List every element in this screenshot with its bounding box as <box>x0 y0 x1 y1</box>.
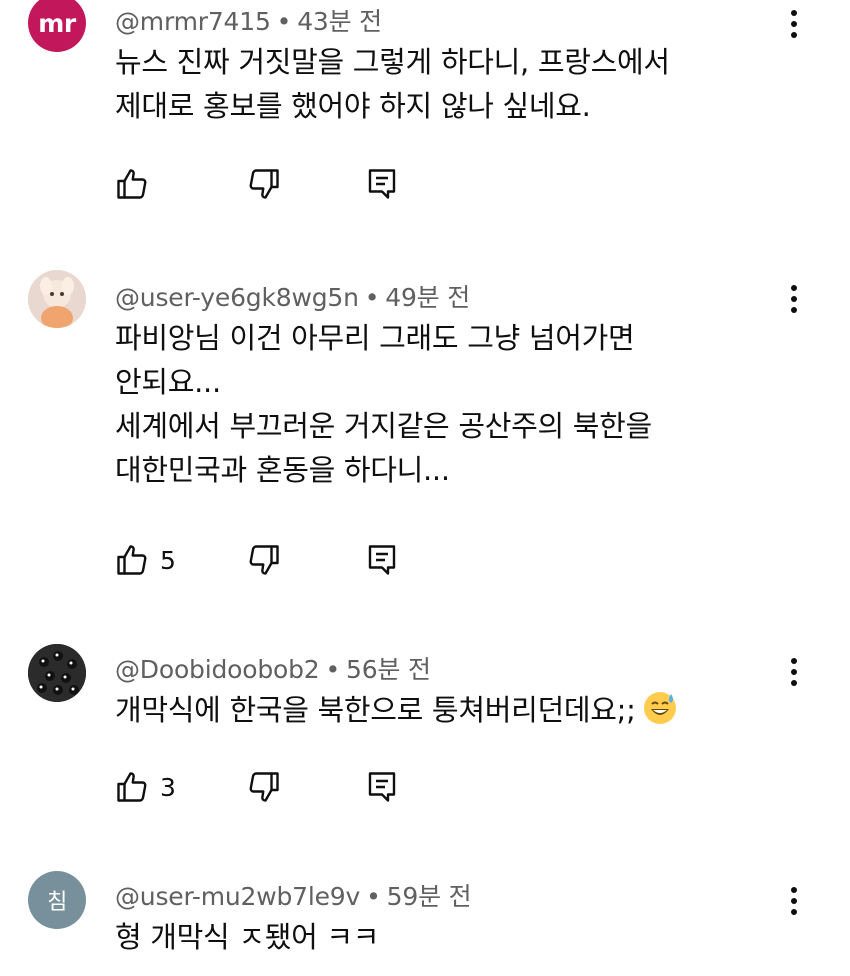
comment-time: 49분 전 <box>385 283 471 312</box>
comment-text-content: 개막식에 한국을 북한으로 퉁쳐버리던데요;; <box>115 693 636 727</box>
dislike-button[interactable] <box>246 769 282 805</box>
comment-meta: @Doobidoobob2 • 56분 전 <box>115 650 431 686</box>
reply-icon <box>368 772 396 802</box>
thumbs-up-icon <box>117 772 147 802</box>
comment-meta: @user-ye6gk8wg5n • 49분 전 <box>115 278 470 314</box>
like-button[interactable]: 5 <box>114 542 176 578</box>
avatar[interactable] <box>28 270 86 328</box>
more-vert-icon[interactable] <box>780 4 808 44</box>
reply-icon <box>368 169 396 199</box>
comment-actions: 3 <box>0 769 850 809</box>
thumbs-down-icon <box>249 545 279 575</box>
thumbs-down-icon <box>249 772 279 802</box>
meta-separator: • <box>366 882 381 911</box>
avatar-initials: 침 <box>47 890 67 915</box>
reply-icon <box>368 545 396 575</box>
thumbs-up-icon <box>117 545 147 575</box>
avatar-initials: mr <box>38 8 76 38</box>
avatar[interactable]: 침 <box>28 871 86 929</box>
like-count: 3 <box>160 772 176 802</box>
comment-meta: @mrmr7415 • 43분 전 <box>115 2 382 38</box>
comment-time: 59분 전 <box>386 882 472 911</box>
comment-text: 형 개막식 ㅈ됐어 ㅋㅋ <box>115 920 380 954</box>
avatar-image <box>28 644 86 702</box>
dislike-button[interactable] <box>246 542 282 578</box>
comment-text: 뉴스 진짜 거짓말을 그렇게 하다니, 프랑스에서 제대로 홍보를 했어야 하지… <box>115 45 670 123</box>
author-handle[interactable]: @user-mu2wb7le9v <box>115 882 360 911</box>
comment-actions <box>0 166 850 206</box>
meta-separator: • <box>364 283 380 312</box>
thumbs-down-icon <box>249 169 279 199</box>
author-handle[interactable]: @Doobidoobob2 <box>115 655 320 684</box>
reply-button[interactable] <box>364 166 400 202</box>
avatar-image <box>28 270 86 328</box>
more-vert-icon[interactable] <box>780 652 808 692</box>
sweat-smile-emoji <box>643 692 676 724</box>
comment-text: 파비앙님 이건 아무리 그래도 그냥 넘어가면 안되요... 세계에서 부끄러운… <box>115 321 652 487</box>
reply-button[interactable] <box>364 769 400 805</box>
more-vert-icon[interactable] <box>780 881 808 921</box>
avatar[interactable] <box>28 644 86 702</box>
author-handle[interactable]: @user-ye6gk8wg5n <box>115 283 359 312</box>
avatar[interactable]: mr <box>28 0 86 52</box>
more-vert-icon[interactable] <box>780 279 808 319</box>
like-button[interactable]: 3 <box>114 769 176 805</box>
like-count: 5 <box>160 545 176 575</box>
comment-time: 43분 전 <box>297 7 382 36</box>
meta-separator: • <box>325 655 341 684</box>
like-button[interactable] <box>114 166 150 202</box>
meta-separator: • <box>276 7 292 36</box>
comment-actions: 5 <box>0 542 850 582</box>
comment-text: 개막식에 한국을 북한으로 퉁쳐버리던데요;; <box>115 688 755 732</box>
reply-button[interactable] <box>364 542 400 578</box>
comment-time: 56분 전 <box>346 655 431 684</box>
thumbs-up-icon <box>117 169 147 199</box>
author-handle[interactable]: @mrmr7415 <box>115 7 271 36</box>
dislike-button[interactable] <box>246 166 282 202</box>
comment-meta: @user-mu2wb7le9v • 59분 전 <box>115 877 472 913</box>
